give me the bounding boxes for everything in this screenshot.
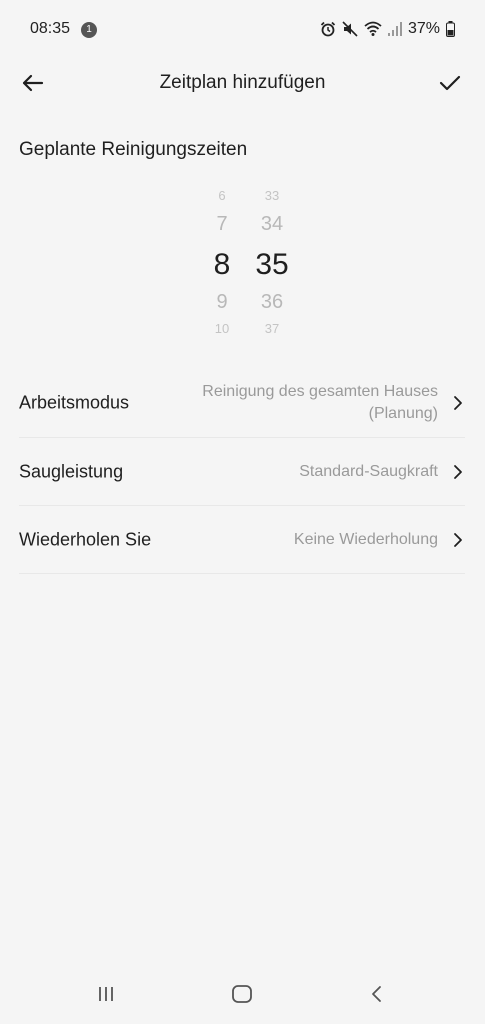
mute-icon (342, 21, 358, 37)
setting-value-line2: (Planung) (368, 404, 438, 422)
minute-option[interactable]: 33 (242, 188, 302, 203)
battery-percentage: 37% (407, 20, 440, 37)
minute-wheel[interactable]: 33 34 35 36 37 (242, 180, 302, 345)
chevron-right-icon (454, 395, 462, 410)
chevron-right-icon (454, 464, 462, 479)
selected-minute[interactable]: 35 (242, 248, 302, 282)
chevron-left-icon (372, 986, 381, 1002)
notification-count-badge: 1 (81, 22, 97, 38)
checkmark-icon (439, 75, 461, 91)
app-header: Zeitplan hinzufügen (0, 58, 485, 108)
status-icons: 37% (320, 18, 455, 40)
setting-label: Arbeitsmodus (19, 392, 130, 412)
battery-icon (446, 21, 455, 37)
chevron-right-icon (454, 532, 462, 547)
settings-list: Arbeitsmodus Reinigung des gesamten Haus… (19, 368, 465, 574)
setting-label: Wiederholen Sie (19, 529, 152, 549)
status-bar: 08:35 1 37% (0, 0, 485, 60)
recent-apps-icon (99, 987, 113, 1001)
page-title: Zeitplan hinzufügen (159, 72, 326, 93)
section-title: Geplante Reinigungszeiten (19, 139, 248, 160)
time-picker[interactable]: 6 7 8 9 10 33 34 35 36 37 (0, 180, 485, 345)
wifi-icon (364, 21, 382, 36)
confirm-button[interactable] (435, 68, 465, 98)
setting-label: Saugleistung (19, 461, 124, 481)
setting-row-work-mode[interactable]: Arbeitsmodus Reinigung des gesamten Haus… (19, 368, 465, 438)
setting-row-repeat[interactable]: Wiederholen Sie Keine Wiederholung (19, 506, 465, 574)
minute-option[interactable]: 37 (242, 321, 302, 336)
recent-apps-button[interactable] (86, 984, 126, 1008)
setting-value: Keine Wiederholung (293, 530, 438, 548)
setting-value: Standard-Saugkraft (299, 462, 438, 480)
home-icon (232, 985, 252, 1003)
status-time: 08:35 (30, 20, 71, 37)
setting-value-line1: Reinigung des gesamten Hauses (202, 382, 438, 400)
minute-option[interactable]: 34 (242, 213, 302, 236)
setting-row-suction-power[interactable]: Saugleistung Standard-Saugkraft (19, 438, 465, 506)
setting-value: Reinigung des gesamten Hauses (Planung) (168, 381, 438, 425)
system-back-button[interactable] (357, 984, 397, 1008)
signal-icon (387, 22, 402, 36)
alarm-icon (320, 21, 336, 37)
home-button[interactable] (222, 984, 262, 1008)
system-nav-bar (0, 966, 485, 1024)
minute-option[interactable]: 36 (242, 291, 302, 314)
